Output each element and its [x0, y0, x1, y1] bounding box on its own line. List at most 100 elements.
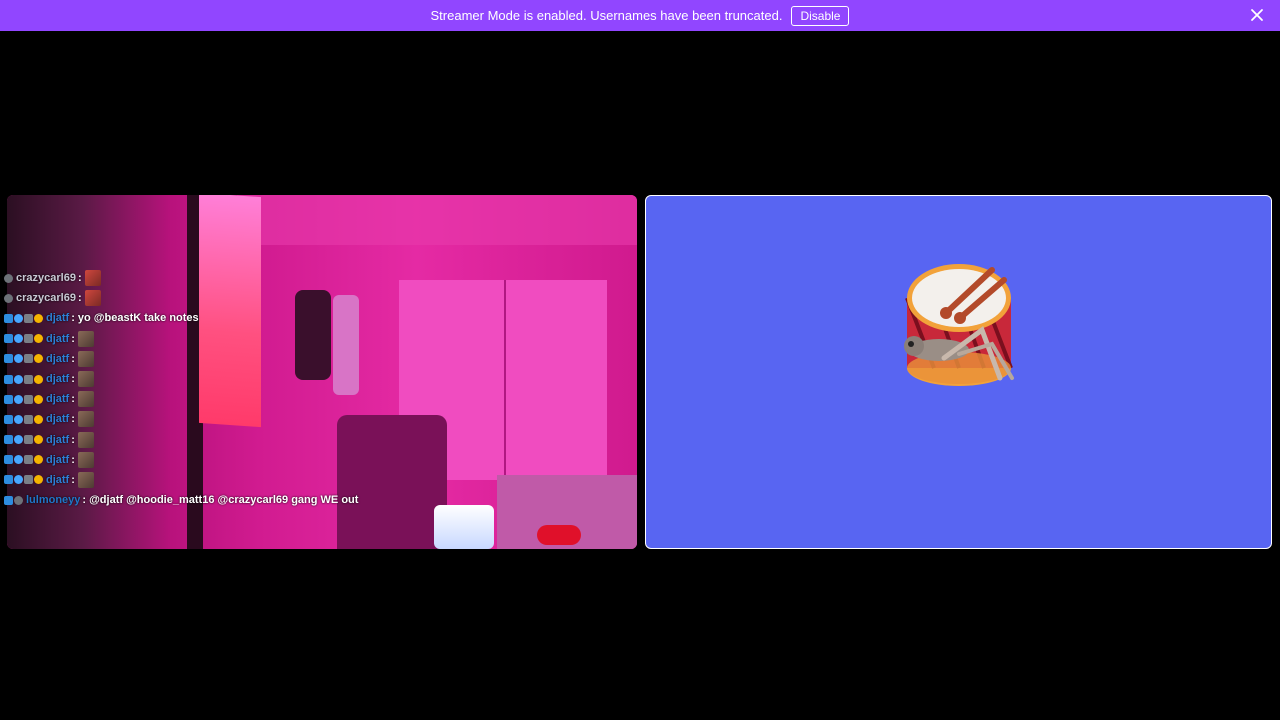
mod-badge-icon — [4, 354, 13, 364]
disable-button[interactable]: Disable — [791, 5, 850, 26]
chat-badges — [4, 414, 43, 424]
chat-username[interactable]: lulmoneyy — [26, 494, 80, 506]
chat-badges — [4, 334, 43, 344]
mod-badge-icon — [4, 495, 13, 505]
face-emote-icon — [77, 431, 94, 448]
banner-message: Streamer Mode is enabled. Usernames have… — [430, 8, 783, 23]
chat-badges — [4, 313, 43, 323]
gray-badge-icon — [24, 475, 33, 485]
blue-badge-icon — [14, 435, 23, 445]
bot-badge-icon — [4, 293, 13, 303]
gold-badge-icon — [34, 313, 43, 323]
chat-separator: : — [82, 494, 87, 507]
chat-username[interactable]: djatf — [46, 474, 69, 486]
blue-badge-icon — [14, 475, 23, 485]
chat-username[interactable]: djatf — [46, 434, 69, 446]
gray-badge-icon — [24, 455, 33, 465]
gray-badge-icon — [24, 394, 33, 404]
chat-badges — [4, 293, 13, 303]
gold-badge-icon — [34, 414, 43, 424]
face-emote-icon — [77, 411, 94, 428]
chat-username[interactable]: djatf — [46, 373, 69, 385]
chat-separator: : — [71, 473, 75, 486]
video-red-object — [537, 525, 581, 545]
chat-badges — [4, 273, 13, 283]
face-emote-icon — [77, 330, 94, 347]
chat-badges — [4, 475, 43, 485]
chat-username[interactable]: djatf — [46, 353, 69, 365]
chat-message: djatf: — [4, 409, 358, 429]
chat-separator: : — [71, 393, 75, 406]
red-emote-icon — [84, 290, 101, 307]
chat-message: djatf: — [4, 369, 358, 389]
mod-badge-icon — [4, 394, 13, 404]
mod-badge-icon — [4, 313, 13, 323]
chat-separator: : — [71, 413, 75, 426]
chat-username[interactable]: djatf — [46, 393, 69, 405]
gray-badge-icon — [24, 414, 33, 424]
gray-badge-icon — [24, 435, 33, 445]
bot-badge-icon — [14, 495, 23, 505]
red-emote-icon — [84, 270, 101, 287]
mod-badge-icon — [4, 414, 13, 424]
chat-username[interactable]: crazycarl69 — [16, 292, 76, 304]
blue-badge-icon — [14, 313, 23, 323]
chat-username[interactable]: djatf — [46, 413, 69, 425]
chat-badges — [4, 435, 43, 445]
video-lamp — [434, 505, 494, 549]
gray-badge-icon — [24, 374, 33, 384]
chat-message: djatf: — [4, 450, 358, 470]
face-emote-icon — [77, 371, 94, 388]
chat-separator: : — [77, 292, 82, 305]
video-ceiling — [237, 195, 637, 245]
chat-message: djatf: — [4, 349, 358, 369]
chat-separator: : — [71, 373, 75, 386]
face-emote-icon — [77, 350, 94, 367]
chat-message: djatf: — [4, 430, 358, 450]
chat-message-text: yo @beastK take notes — [77, 312, 199, 325]
streamer-mode-banner: Streamer Mode is enabled. Usernames have… — [0, 0, 1280, 31]
chat-separator: : — [77, 272, 82, 285]
chat-username[interactable]: crazycarl69 — [16, 272, 76, 284]
blue-badge-icon — [14, 414, 23, 424]
blue-badge-icon — [14, 455, 23, 465]
chat-separator: : — [71, 453, 75, 466]
avatar-stream-tile[interactable] — [645, 195, 1272, 549]
chat-badges — [4, 394, 43, 404]
blue-badge-icon — [14, 354, 23, 364]
mod-badge-icon — [4, 455, 13, 465]
chat-badges — [4, 495, 23, 505]
chat-message: djatf: yo @beastK take notes — [4, 308, 358, 328]
chat-separator: : — [71, 352, 75, 365]
blue-badge-icon — [14, 394, 23, 404]
mod-badge-icon — [4, 334, 13, 344]
face-emote-icon — [77, 471, 94, 488]
close-icon[interactable] — [1250, 8, 1264, 22]
chat-separator: : — [71, 433, 75, 446]
chat-badges — [4, 374, 43, 384]
chat-message-text: @djatf @hoodie_matt16 @crazycarl69 gang … — [89, 494, 359, 507]
bot-badge-icon — [4, 273, 13, 283]
chat-separator: : — [71, 332, 75, 345]
chat-badges — [4, 455, 43, 465]
gray-badge-icon — [24, 334, 33, 344]
chat-message: djatf: — [4, 389, 358, 409]
chat-message: crazycarl69: — [4, 288, 358, 308]
face-emote-icon — [77, 391, 94, 408]
chat-message: crazycarl69: — [4, 268, 358, 288]
gold-badge-icon — [34, 435, 43, 445]
chat-overlay: crazycarl69: crazycarl69: djatf: yo @beastK… — [4, 268, 358, 510]
face-emote-icon — [77, 451, 94, 468]
chat-username[interactable]: djatf — [46, 454, 69, 466]
mod-badge-icon — [4, 475, 13, 485]
chat-username[interactable]: djatf — [46, 312, 69, 324]
blue-badge-icon — [14, 374, 23, 384]
gold-badge-icon — [34, 475, 43, 485]
chat-separator: : — [71, 312, 75, 325]
mod-badge-icon — [4, 435, 13, 445]
chat-message: djatf: — [4, 329, 358, 349]
gold-badge-icon — [34, 394, 43, 404]
chat-username[interactable]: djatf — [46, 333, 69, 345]
gold-badge-icon — [34, 334, 43, 344]
gold-badge-icon — [34, 455, 43, 465]
